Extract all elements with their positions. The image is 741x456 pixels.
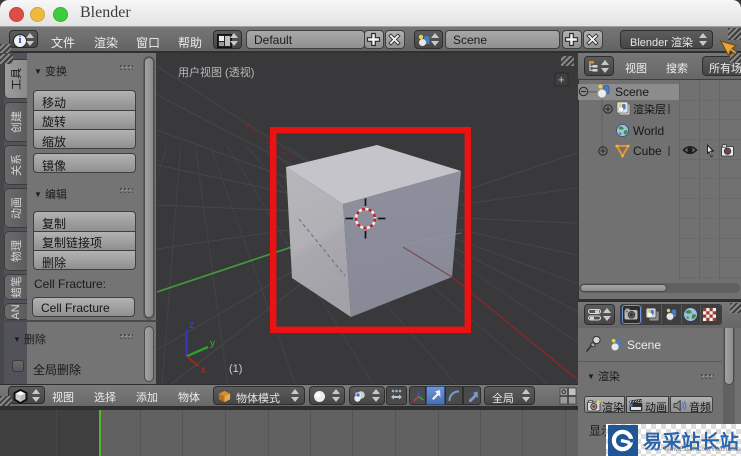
svg-text:World: World	[633, 124, 664, 138]
svg-text:Scene: Scene	[615, 85, 649, 99]
svg-text:x: x	[201, 365, 206, 376]
svg-text:+: +	[558, 75, 564, 87]
svg-text:(1): (1)	[229, 363, 242, 375]
svg-text:用户视图 (透视): 用户视图 (透视)	[178, 65, 254, 79]
svg-text:渲染层: 渲染层	[633, 102, 666, 116]
svg-text:Cube: Cube	[633, 144, 662, 158]
svg-text:z: z	[189, 320, 194, 331]
svg-text:y: y	[210, 338, 215, 349]
